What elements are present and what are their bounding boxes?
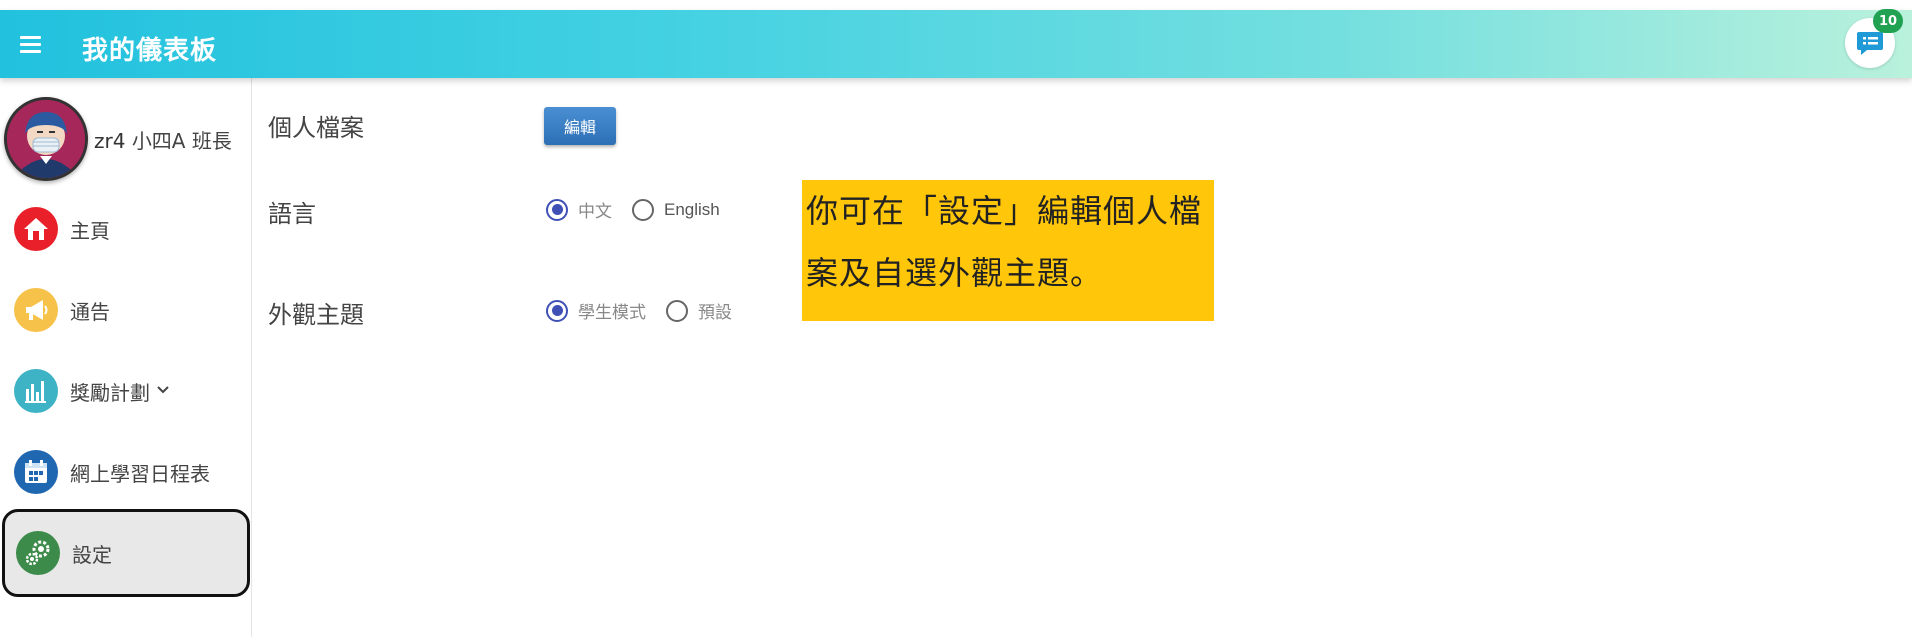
language-option-english[interactable]: English <box>632 198 720 221</box>
radio-label: English <box>664 199 720 219</box>
bar-chart-icon <box>14 369 58 413</box>
sidebar-item-label: 獎勵計劃 <box>70 380 150 405</box>
sidebar-item-home[interactable]: 主頁 <box>0 189 252 269</box>
edit-profile-button[interactable]: 編輯 <box>544 107 616 145</box>
sidebar-item-label: 主頁 <box>70 218 110 243</box>
settings-gears-icon <box>16 531 60 575</box>
top-bar: 我的儀表板 <box>0 10 1912 78</box>
language-radio-group: 中文 English <box>546 197 740 222</box>
tutorial-tip: 你可在「設定」編輯個人檔案及自選外觀主題。 <box>802 180 1214 321</box>
profile-text: zr4 小四A 班長 <box>94 125 232 154</box>
sidebar: zr4 小四A 班長 主頁 通告 獎勵計劃 網上學習日程表 設定 <box>0 78 252 637</box>
radio-label: 預設 <box>698 303 732 323</box>
radio-unchecked-icon[interactable] <box>632 198 654 221</box>
sidebar-item-settings[interactable]: 設定 <box>2 509 250 597</box>
notification-badge: 10 <box>1873 9 1904 33</box>
settings-content: 個人檔案 編輯 語言 中文 English 外觀主題 學生模式 預設 你可在「設… <box>252 78 1912 637</box>
hamburger-icon[interactable] <box>16 32 46 56</box>
theme-radio-group: 學生模式 預設 <box>546 298 752 323</box>
class-role: 小四A 班長 <box>131 128 232 153</box>
home-icon <box>14 207 58 251</box>
calendar-icon <box>14 450 58 494</box>
sidebar-item-schedule[interactable]: 網上學習日程表 <box>0 432 252 512</box>
language-option-chinese[interactable]: 中文 <box>546 197 612 222</box>
radio-checked-icon[interactable] <box>546 299 568 322</box>
profile-label: 個人檔案 <box>268 114 364 142</box>
sidebar-item-label: 網上學習日程表 <box>70 461 210 486</box>
radio-label: 中文 <box>578 202 612 222</box>
chat-list-icon <box>1857 32 1883 55</box>
radio-label: 學生模式 <box>578 303 646 323</box>
app-root: 我的儀表板 10 zr4 小四A 班長 主頁 通告 獎勵計劃 網上學習日程表 設… <box>0 0 1912 637</box>
theme-option-default[interactable]: 預設 <box>666 298 732 323</box>
sidebar-item-label: 設定 <box>72 542 112 567</box>
sidebar-item-label-wrap: 獎勵計劃 <box>70 377 170 406</box>
username: zr4 <box>94 128 126 153</box>
sidebar-item-label: 通告 <box>70 299 110 324</box>
sidebar-item-notices[interactable]: 通告 <box>0 270 252 350</box>
theme-label: 外觀主題 <box>268 301 364 329</box>
avatar[interactable] <box>4 97 88 181</box>
chevron-down-icon[interactable] <box>156 383 170 399</box>
radio-unchecked-icon[interactable] <box>666 299 688 322</box>
user-profile: zr4 小四A 班長 <box>4 96 250 182</box>
language-label: 語言 <box>268 200 316 228</box>
student-avatar-icon <box>7 100 85 178</box>
radio-checked-icon[interactable] <box>546 198 568 221</box>
megaphone-icon <box>14 288 58 332</box>
theme-option-student[interactable]: 學生模式 <box>546 298 646 323</box>
app-title: 我的儀表板 <box>82 36 218 66</box>
sidebar-item-rewards[interactable]: 獎勵計劃 <box>0 351 252 431</box>
